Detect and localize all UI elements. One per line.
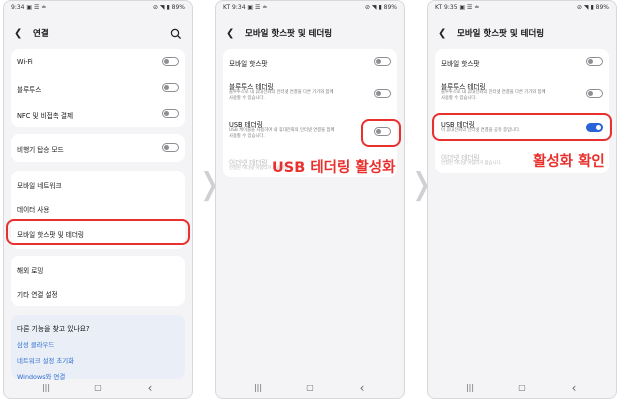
recent-apps-icon[interactable]: ||| — [460, 381, 480, 395]
status-indicators: ⊘ ◥ ▮ 89% — [152, 4, 185, 11]
item-label: 모바일 네트워크 — [17, 182, 62, 190]
callout-usb-tethering-enable: USB 테더링 활성화 — [272, 160, 396, 176]
item-description: 사용할 수 있습니다. — [229, 134, 265, 139]
hotspot-toggle[interactable] — [374, 57, 391, 66]
app-header: ❮ 모바일 핫스팟 및 테더링 — [438, 27, 608, 43]
item-label: 블루투스 — [17, 86, 42, 94]
status-time: KT 9:34 ▣ ☰ ≐ — [223, 4, 268, 11]
back-arrow-icon[interactable]: ❮ — [438, 27, 450, 41]
app-header: ❮ 모바일 핫스팟 및 테더링 — [226, 27, 396, 43]
status-bar: KT 9:35 ▣ ☰ ≐ ⊘ ◥ ▮ 89% — [435, 4, 609, 14]
item-label: 모바일 핫스팟 — [441, 60, 480, 68]
bt-tethering-toggle[interactable] — [586, 89, 603, 98]
item-description: USB 케이블을 사용하여 내 휴대전화의 인터넷 연결을 함께 — [229, 128, 335, 133]
home-icon[interactable]: ▢ — [512, 381, 532, 395]
back-arrow-icon[interactable]: ❮ — [14, 27, 26, 41]
status-time: KT 9:35 ▣ ☰ ≐ — [435, 4, 480, 11]
search-icon[interactable] — [170, 28, 182, 40]
item-description: 사용할 수 있습니다. — [441, 96, 477, 101]
highlight-usb-toggle — [361, 119, 401, 147]
link-reset-network[interactable]: 네트워크 설정 초기화 — [17, 356, 74, 365]
bluetooth-toggle[interactable] — [162, 83, 179, 92]
status-indicators: ⊘ ◥ ▮ 89% — [576, 4, 609, 11]
status-bar: 9:34 ▣ ☰ ≐ ⊘ ◥ ▮ 89% — [11, 4, 185, 14]
item-label: 해외 로밍 — [17, 267, 44, 275]
airplane-toggle[interactable] — [162, 143, 179, 152]
list-item-mobile-network[interactable]: 모바일 네트워크 — [17, 179, 179, 190]
page-title: 모바일 핫스팟 및 테더링 — [457, 29, 545, 39]
status-indicators: ⊘ ◥ ▮ 89% — [364, 4, 397, 11]
wifi-toggle[interactable] — [162, 57, 179, 66]
item-description: 연결된 이더넷 어댑터가 없습니다. — [441, 161, 502, 166]
screen-hotspot-tethering: KT 9:34 ▣ ☰ ≐ ⊘ ◥ ▮ 89% ❮ 모바일 핫스팟 및 테더링 … — [215, 0, 405, 399]
link-samsung-cloud[interactable]: 삼성 클라우드 — [17, 340, 54, 349]
settings-group-other: 해외 로밍 기타 연결 설정 — [11, 256, 185, 306]
settings-group-wireless: Wi-Fi 블루투스 NFC 및 비접촉 결제 — [11, 49, 185, 127]
list-item-wifi[interactable]: Wi-Fi — [17, 57, 179, 67]
item-description: 블루투스로 내 휴대전화의 인터넷 연결을 다른 기기와 함께 — [441, 90, 546, 95]
link-windows[interactable]: Windows와 연결 — [17, 372, 65, 381]
back-icon[interactable]: ‹ — [564, 381, 584, 395]
item-label: NFC 및 비접촉 결제 — [17, 112, 74, 120]
home-icon[interactable]: ▢ — [88, 381, 108, 395]
recent-apps-icon[interactable]: ||| — [248, 381, 268, 395]
item-description: 블루투스로 내 휴대전화의 인터넷 연결을 다른 기기와 함께 — [229, 90, 334, 95]
list-item-hotspot[interactable]: 모바일 핫스팟 — [229, 57, 391, 69]
list-item-more-connection-settings[interactable]: 기타 연결 설정 — [17, 288, 179, 299]
list-item-hotspot[interactable]: 모바일 핫스팟 — [441, 57, 603, 69]
list-item-nfc[interactable]: NFC 및 비접촉 결제 — [17, 109, 179, 120]
highlight-usb-tethering-row — [432, 113, 612, 141]
screen-hotspot-tethering-enabled: KT 9:35 ▣ ☰ ≐ ⊘ ◥ ▮ 89% ❮ 모바일 핫스팟 및 테더링 … — [427, 0, 617, 399]
list-item-bluetooth[interactable]: 블루투스 — [17, 83, 179, 94]
nav-bar: ||| ▢ ‹ — [4, 381, 192, 395]
item-label: 모바일 핫스팟 — [229, 60, 268, 68]
item-label: 비행기 탑승 모드 — [17, 146, 64, 154]
highlight-hotspot-item — [6, 219, 190, 245]
settings-group-airplane: 비행기 탑승 모드 — [11, 134, 185, 162]
nfc-toggle[interactable] — [162, 109, 179, 118]
list-item-bt-tethering[interactable]: 블루투스 테더링 블루투스로 내 휴대전화의 인터넷 연결을 다른 기기와 함께… — [441, 81, 603, 109]
back-icon[interactable]: ‹ — [140, 381, 160, 395]
suggestion-title: 다른 기능을 찾고 있나요? — [17, 325, 90, 333]
item-description: 사용할 수 있습니다. — [229, 96, 265, 101]
item-label: 데이터 사용 — [17, 206, 50, 214]
nav-bar: ||| ▢ ‹ — [216, 381, 404, 395]
app-header: ❮ 연결 — [14, 27, 184, 43]
status-time: 9:34 ▣ ☰ ≐ — [11, 4, 47, 11]
list-item-airplane[interactable]: 비행기 탑승 모드 — [17, 143, 179, 154]
suggestion-card: 다른 기능을 찾고 있나요? 삼성 클라우드 네트워크 설정 초기화 Windo… — [11, 315, 185, 381]
recent-apps-icon[interactable]: ||| — [36, 381, 56, 395]
hotspot-toggle[interactable] — [586, 57, 603, 66]
page-title: 모바일 핫스팟 및 테더링 — [245, 29, 333, 39]
item-label: Wi-Fi — [17, 58, 33, 66]
list-item-data-usage[interactable]: 데이터 사용 — [17, 203, 179, 214]
bt-tethering-toggle[interactable] — [374, 89, 391, 98]
callout-activation-check: 활성화 확인 — [533, 154, 605, 170]
back-icon[interactable]: ‹ — [352, 381, 372, 395]
status-bar: KT 9:34 ▣ ☰ ≐ ⊘ ◥ ▮ 89% — [223, 4, 397, 14]
home-icon[interactable]: ▢ — [300, 381, 320, 395]
item-label: 기타 연결 설정 — [17, 291, 58, 299]
chevron-right-icon: ❭ — [197, 167, 223, 202]
list-item-roaming[interactable]: 해외 로밍 — [17, 264, 179, 275]
list-item-bt-tethering[interactable]: 블루투스 테더링 블루투스로 내 휴대전화의 인터넷 연결을 다른 기기와 함께… — [229, 81, 391, 109]
back-arrow-icon[interactable]: ❮ — [226, 27, 238, 41]
page-title: 연결 — [33, 29, 49, 39]
nav-bar: ||| ▢ ‹ — [428, 381, 616, 395]
chevron-right-icon: ❭ — [409, 167, 435, 202]
screen-connections: 9:34 ▣ ☰ ≐ ⊘ ◥ ▮ 89% ❮ 연결 Wi-Fi 블루투스 NFC… — [3, 0, 193, 399]
